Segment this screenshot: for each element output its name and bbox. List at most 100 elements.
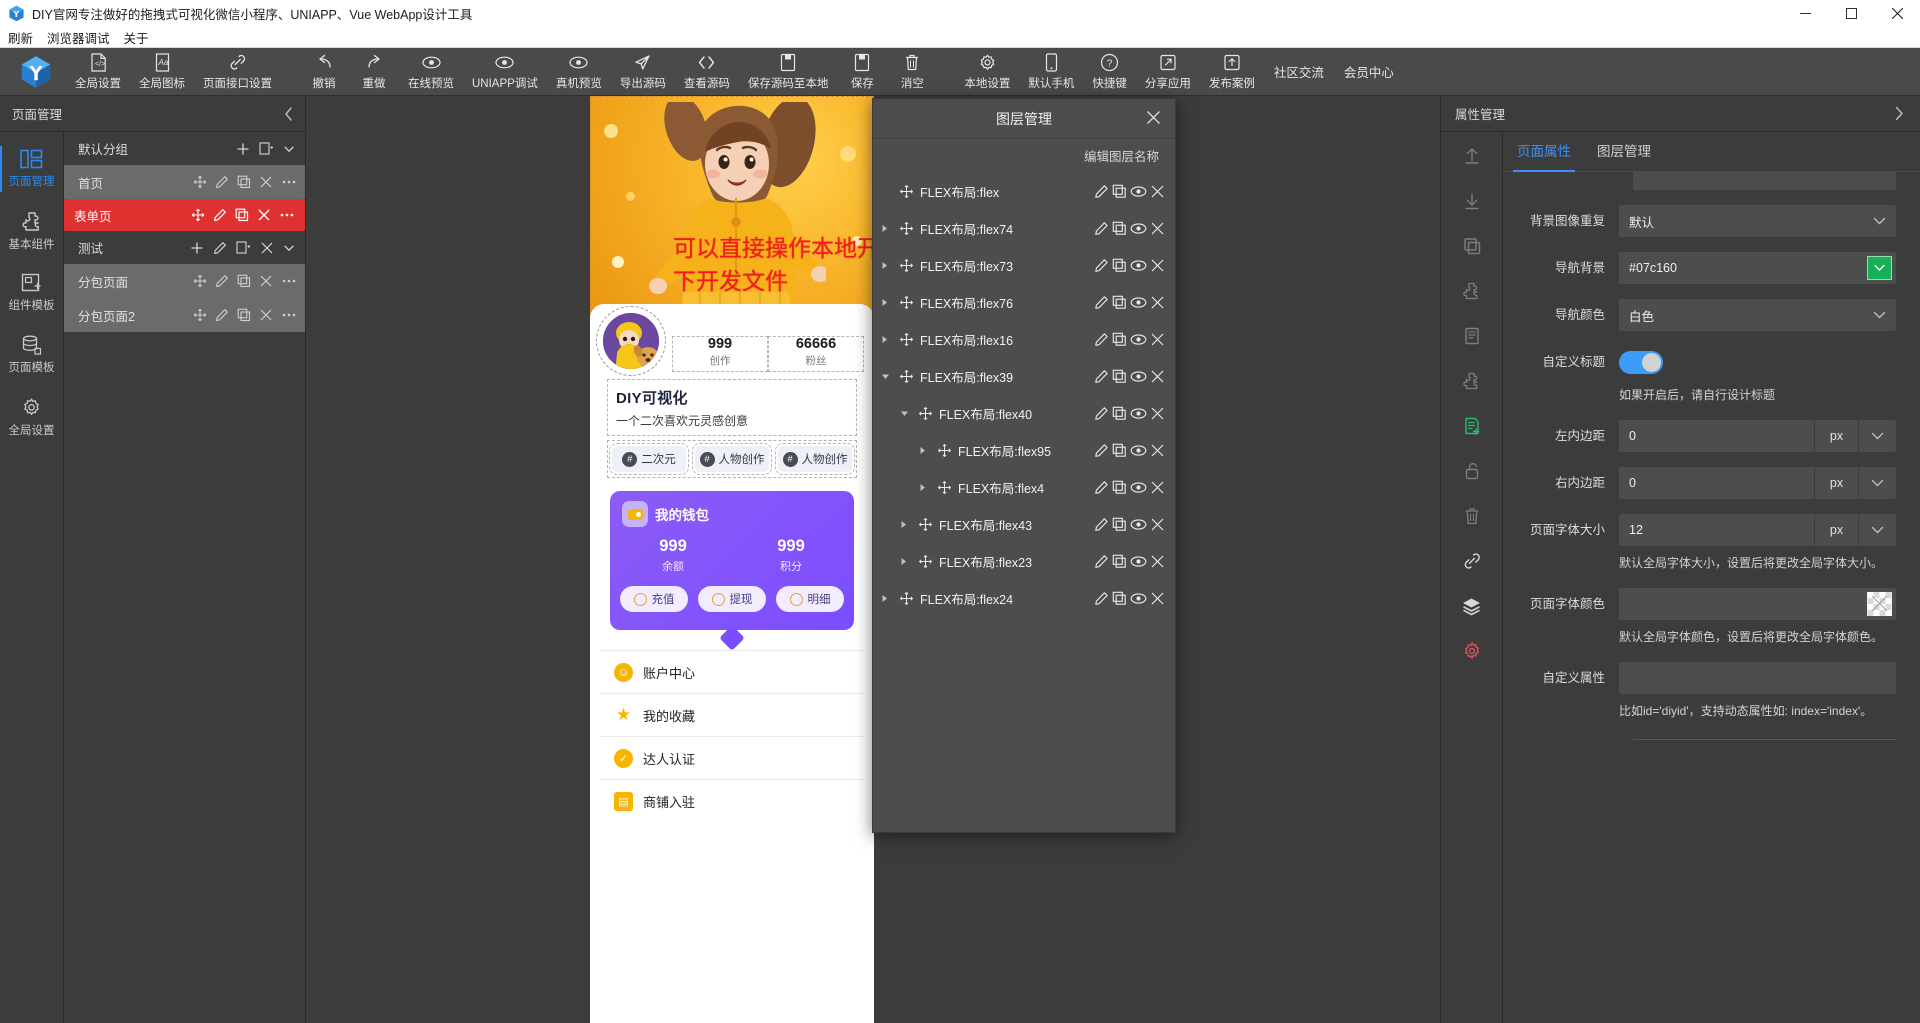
edit-icon[interactable] <box>1094 295 1109 310</box>
sidebar-item-basic-components[interactable]: 基本组件 <box>0 200 63 262</box>
tag-chip[interactable]: # 人物创作 <box>778 446 852 472</box>
menu-row-certification[interactable]: ✓ 达人认证 <box>600 736 864 779</box>
avatar[interactable] <box>600 310 662 372</box>
custom-attribute-input[interactable] <box>1619 662 1896 694</box>
edit-icon[interactable] <box>215 175 229 189</box>
caret-icon[interactable] <box>900 520 916 529</box>
caret-icon[interactable] <box>881 335 897 344</box>
eye-icon[interactable] <box>1130 518 1147 531</box>
bg-repeat-select[interactable]: 默认 <box>1619 205 1896 237</box>
close-icon[interactable] <box>1150 517 1165 532</box>
hero-banner[interactable] <box>590 96 874 326</box>
eye-icon[interactable] <box>1130 222 1147 235</box>
more-icon[interactable] <box>281 274 297 288</box>
move-icon[interactable] <box>897 295 915 310</box>
tab-layer-manager[interactable]: 图层管理 <box>1597 132 1651 172</box>
maximize-button[interactable] <box>1828 0 1874 27</box>
caret-icon[interactable] <box>919 446 935 455</box>
edit-icon[interactable] <box>1094 591 1109 606</box>
chevron-down-icon[interactable] <box>1858 467 1896 499</box>
toolbar-community-link[interactable]: 社区交流 <box>1264 62 1334 81</box>
edit-icon[interactable] <box>1094 258 1109 273</box>
move-icon[interactable] <box>897 369 915 384</box>
layer-row[interactable]: FLEX布局:flex73 <box>873 247 1175 284</box>
close-icon[interactable] <box>260 241 274 255</box>
edit-icon[interactable] <box>1094 406 1109 421</box>
edit-icon[interactable] <box>1094 184 1109 199</box>
layer-row[interactable]: FLEX布局:flex76 <box>873 284 1175 321</box>
toolbar-save-source-local[interactable]: 保存源码至本地 <box>739 49 838 95</box>
eye-icon[interactable] <box>1130 370 1147 383</box>
eye-icon[interactable] <box>1130 407 1147 420</box>
caret-icon[interactable] <box>900 410 916 418</box>
page-list-item[interactable]: 首页 <box>64 165 305 199</box>
move-icon[interactable] <box>897 221 915 236</box>
chevron-right-icon[interactable] <box>1894 106 1904 121</box>
wallet-detail-button[interactable]: 明细 <box>776 586 844 612</box>
layer-row[interactable]: FLEX布局:flex74 <box>873 210 1175 247</box>
eye-icon[interactable] <box>1130 296 1147 309</box>
edit-icon[interactable] <box>1094 517 1109 532</box>
close-icon[interactable] <box>1150 591 1165 606</box>
toolbar-local-settings[interactable]: 本地设置 <box>955 49 1019 95</box>
copy-icon[interactable] <box>1112 443 1127 458</box>
tag-chip[interactable]: # 人物创作 <box>695 446 769 472</box>
close-icon[interactable] <box>259 175 273 189</box>
layer-row[interactable]: FLEX布局:flex <box>873 173 1175 210</box>
page-list-item[interactable]: 分包页面2 <box>64 298 305 332</box>
menu-item-about[interactable]: 关于 <box>124 28 149 47</box>
copy-icon[interactable] <box>1458 232 1486 260</box>
toolbar-online-preview[interactable]: 在线预览 <box>399 49 463 95</box>
color-swatch[interactable] <box>1867 256 1892 280</box>
move-down-icon[interactable] <box>1458 187 1486 215</box>
move-icon[interactable] <box>193 308 207 322</box>
puzzle-icon[interactable] <box>1458 277 1486 305</box>
menu-row-favorites[interactable]: ★ 我的收藏 <box>600 693 864 736</box>
sidebar-item-component-template[interactable]: 组件模板 <box>0 262 63 324</box>
copy-icon[interactable] <box>1112 480 1127 495</box>
copy-icon[interactable] <box>235 208 249 222</box>
layer-row[interactable]: FLEX布局:flex16 <box>873 321 1175 358</box>
eye-icon[interactable] <box>1130 592 1147 605</box>
move-icon[interactable] <box>935 443 953 458</box>
close-icon[interactable] <box>259 308 273 322</box>
close-icon[interactable] <box>1150 369 1165 384</box>
puzzle2-icon[interactable] <box>1458 367 1486 395</box>
toolbar-global-icons[interactable]: Aa 全局图标 <box>130 49 194 95</box>
padding-left-input-group[interactable]: 0 px <box>1619 420 1896 452</box>
toolbar-uniapp-debug[interactable]: UNIAPP调试 <box>463 49 547 95</box>
page-group-header[interactable]: 测试 <box>64 231 305 264</box>
tag-chip[interactable]: # 二次元 <box>612 446 686 472</box>
gear-icon[interactable] <box>1458 637 1486 665</box>
plus-icon[interactable] <box>190 241 204 255</box>
plus-icon[interactable] <box>236 142 250 156</box>
caret-icon[interactable] <box>881 373 897 381</box>
menu-row-account-center[interactable]: ☺ 账户中心 <box>600 650 864 693</box>
page-group-header[interactable]: 默认分组 <box>64 132 305 165</box>
add-page-icon[interactable] <box>1458 412 1486 440</box>
move-icon[interactable] <box>916 517 934 532</box>
copy-icon[interactable] <box>1112 554 1127 569</box>
copy-icon[interactable] <box>237 274 251 288</box>
move-icon[interactable] <box>897 591 915 606</box>
stat-item[interactable]: 999 创作 <box>672 336 768 372</box>
more-icon[interactable] <box>279 208 295 222</box>
chevron-down-icon[interactable] <box>1858 420 1896 452</box>
move-icon[interactable] <box>935 480 953 495</box>
close-icon[interactable] <box>1150 295 1165 310</box>
copy-icon[interactable] <box>1112 517 1127 532</box>
toolbar-export-source[interactable]: 导出源码 <box>611 49 675 95</box>
menu-item-refresh[interactable]: 刷新 <box>8 28 33 47</box>
link-icon[interactable] <box>1458 547 1486 575</box>
close-icon[interactable] <box>1150 480 1165 495</box>
phone-preview[interactable]: 999 创作 66666 粉丝 DIY可视化 一个二次喜欢元灵感创意 <box>590 96 874 1023</box>
edit-icon[interactable] <box>215 274 229 288</box>
eye-icon[interactable] <box>1130 333 1147 346</box>
chevron-down-icon[interactable] <box>1858 514 1896 546</box>
close-icon[interactable] <box>259 274 273 288</box>
copy-icon[interactable] <box>1112 406 1127 421</box>
move-icon[interactable] <box>897 258 915 273</box>
move-up-icon[interactable] <box>1458 142 1486 170</box>
copy-icon[interactable] <box>1112 591 1127 606</box>
edit-icon[interactable] <box>1094 480 1109 495</box>
